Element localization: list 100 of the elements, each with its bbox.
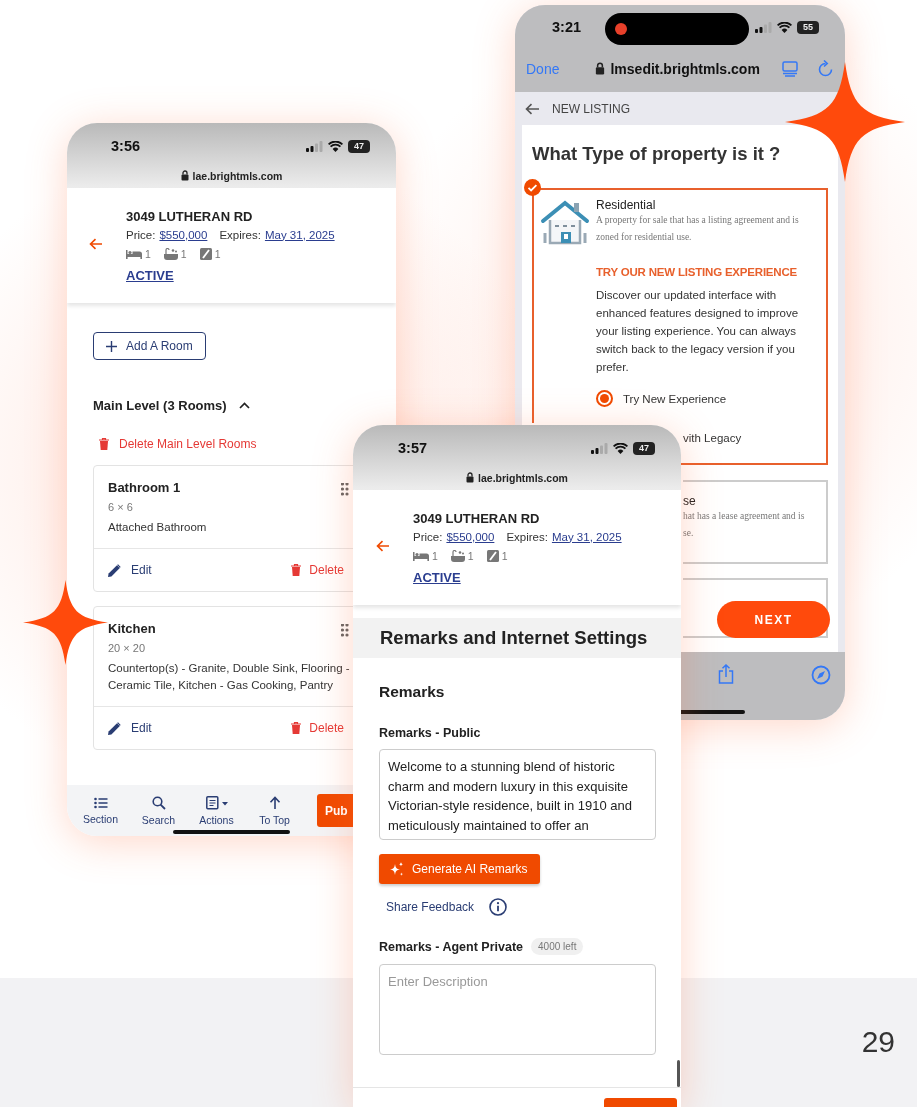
remarks-field[interactable]: Welcome to a stunning blend of historic charm and modern luxury in this exquisite Victorian-style residence, built in 1910 and meticulously maintained to offer an (379, 749, 656, 840)
toolbar-button[interactable]: Search (133, 795, 184, 826)
signal-icon (306, 140, 323, 152)
expires-link[interactable]: May 31, 2025 (551, 530, 622, 543)
field-label: Remarks - Agent Private (379, 939, 524, 954)
bed-count: 1 (432, 549, 438, 562)
trash-icon (99, 438, 109, 450)
publish-button[interactable]: Pub (317, 794, 353, 827)
add-room-button[interactable]: Add A Room (93, 332, 206, 360)
price-link[interactable]: $550,000 (159, 228, 208, 241)
delete-button[interactable]: Delete (291, 721, 344, 735)
bathtub-icon (163, 247, 178, 260)
listing-address: 3049 LUTHERAN RD (126, 208, 253, 224)
feedback-link[interactable]: Share Feedback (386, 900, 475, 914)
price-label: Price: (413, 530, 443, 543)
search-icon (151, 795, 166, 810)
lock-icon (466, 472, 475, 483)
room-size: 20 × 20 (108, 642, 145, 654)
property-type-description: zoned for residential use. (596, 231, 692, 244)
radio-button[interactable] (596, 390, 613, 407)
field-label: Remarks - Public (379, 726, 481, 740)
trash-icon (291, 564, 302, 576)
drag-handle-icon[interactable] (341, 624, 349, 637)
bath-count: 1 (180, 247, 187, 260)
toolbar-button[interactable]: Actions (191, 795, 242, 826)
back-arrow-icon[interactable] (376, 539, 390, 552)
generate-button[interactable]: Generate AI Remarks (379, 854, 540, 884)
bath-count: 1 (467, 549, 474, 562)
expires-label: Expires: (219, 228, 261, 241)
wifi-icon (613, 442, 628, 454)
lock-icon (595, 62, 606, 75)
expires-label: Expires: (506, 530, 548, 543)
status-time: 3:56 (111, 138, 141, 154)
url-text: lae.brightmls.com (478, 471, 568, 484)
property-type-description: A property for sale that has a listing agreement and is (596, 214, 799, 227)
status-time: 3:21 (552, 19, 582, 35)
url-text: lae.brightmls.com (192, 169, 283, 182)
stairs-count: 1 (501, 549, 508, 562)
sparkle-icon (390, 862, 404, 876)
signal-icon (755, 21, 772, 33)
edit-button[interactable]: Edit (108, 563, 152, 577)
battery-indicator: 55 (797, 20, 819, 34)
info-icon[interactable] (489, 898, 508, 916)
listing-address: 3049 LUTHERAN RD (413, 510, 540, 526)
edit-button[interactable]: Edit (108, 721, 152, 735)
delete-button[interactable]: Delete (291, 563, 344, 577)
page-number: 29 (861, 1025, 895, 1059)
description-field[interactable]: Enter Description (379, 964, 656, 1055)
property-type-description: se. (683, 527, 694, 540)
question-heading: What Type of property is it ? (532, 143, 782, 165)
status-link[interactable]: ACTIVE (126, 267, 174, 283)
radio-label: Try New Experience (623, 392, 727, 405)
page-title: NEW LISTING (552, 101, 630, 116)
document-caret-icon (205, 795, 228, 810)
chevron-up-icon[interactable] (238, 402, 250, 409)
bed-icon (413, 550, 429, 561)
promo-title: TRY OUR NEW LISTING EXPERIENCE (596, 266, 798, 278)
lock-icon (180, 170, 189, 181)
back-arrow-icon[interactable] (525, 102, 540, 115)
property-card[interactable]: se hat has a lease agreement and is se. (683, 480, 828, 564)
stairs-count: 1 (214, 247, 221, 260)
delete-rooms-link[interactable]: Delete Main Level Rooms (99, 437, 257, 451)
subsection-title: Remarks (379, 683, 445, 701)
toolbar-button[interactable]: To Top (249, 795, 300, 826)
compass-icon[interactable] (811, 665, 831, 685)
character-count: 4000 left (531, 938, 584, 955)
arrow-up-icon (268, 795, 281, 810)
share-icon[interactable] (718, 664, 734, 684)
room-features: Countertop(s) - Granite, Double Sink, Flooring - Ceramic Tile, Kitchen - Gas Cooking, Pantry (108, 661, 351, 693)
option-label: vith Legacy (683, 432, 742, 444)
bed-icon (126, 248, 142, 259)
property-card[interactable] (532, 188, 828, 423)
status-link[interactable]: ACTIVE (413, 569, 461, 585)
wifi-icon (777, 21, 792, 33)
price-label: Price: (126, 228, 156, 241)
house-drawing (540, 199, 590, 247)
pencil-icon (108, 721, 121, 735)
wifi-icon (328, 140, 343, 152)
reload-icon[interactable] (818, 60, 833, 77)
plus-icon (106, 340, 117, 352)
drag-handle-icon[interactable] (341, 483, 349, 496)
expires-link[interactable]: May 31, 2025 (264, 228, 335, 241)
scrollbar (677, 1060, 680, 1087)
price-link[interactable]: $550,000 (446, 530, 495, 543)
status-time: 3:57 (398, 440, 428, 456)
trash-icon (291, 722, 302, 734)
toolbar-button[interactable]: Section (75, 796, 126, 825)
room-size: 6 × 6 (108, 501, 133, 513)
pencil-icon (108, 563, 121, 577)
battery-indicator: 47 (633, 441, 655, 455)
battery-indicator: 47 (348, 139, 370, 153)
room-name: Kitchen (108, 621, 156, 636)
promo-text: Discover our updated interface with enhanced features designed to improve your listing experience. You can always switch back to the legacy version if you prefer. (596, 288, 800, 375)
bathtub-icon (450, 549, 465, 562)
property-type-description: hat has a lease agreement and is (683, 510, 805, 523)
property-type-name: se (683, 494, 696, 508)
section-heading: Remarks and Internet Settings (353, 618, 681, 658)
section-title: Main Level (3 Rooms) (93, 398, 227, 413)
signal-icon (591, 442, 608, 454)
back-arrow-icon[interactable] (89, 237, 103, 250)
